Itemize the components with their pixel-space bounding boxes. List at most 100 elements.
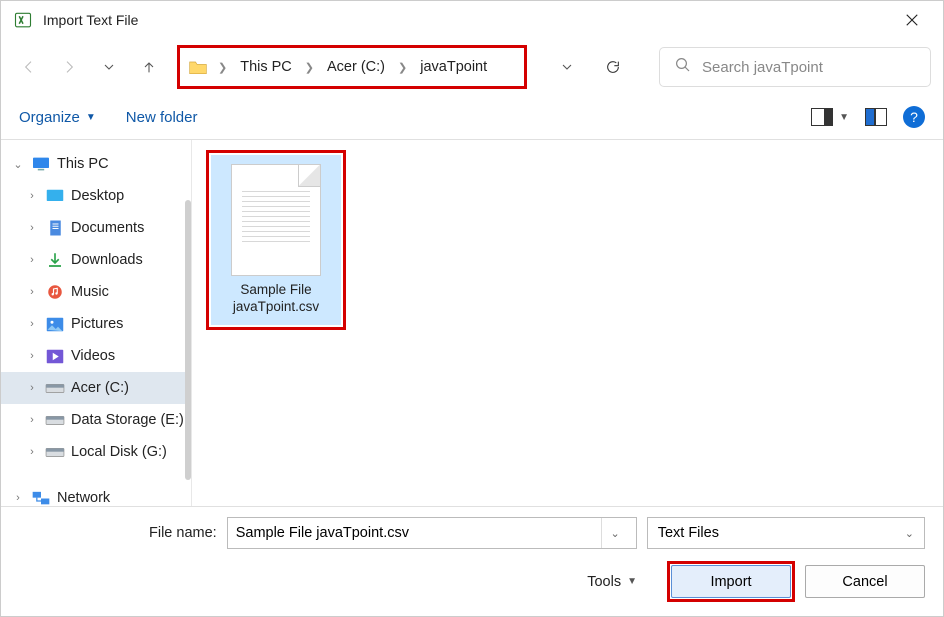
tree-this-pc[interactable]: ⌄ This PC bbox=[1, 148, 191, 180]
dropdown-icon[interactable]: ⌄ bbox=[601, 518, 627, 548]
chevron-right-icon: ❯ bbox=[301, 61, 318, 74]
drive-icon bbox=[45, 379, 65, 397]
downloads-icon bbox=[45, 251, 65, 269]
pictures-icon bbox=[45, 315, 65, 333]
filename-value: Sample File javaTpoint.csv bbox=[236, 525, 409, 541]
videos-icon bbox=[45, 347, 65, 365]
import-text-file-dialog: Import Text File ❯ This PC ❯ Acer (C:) ❯ bbox=[0, 0, 944, 617]
chevron-right-icon: ❯ bbox=[394, 61, 411, 74]
back-button[interactable] bbox=[13, 51, 45, 83]
help-button[interactable]: ? bbox=[903, 106, 925, 128]
tree-documents[interactable]: › Documents bbox=[1, 212, 191, 244]
breadcrumb-drive[interactable]: Acer (C:) bbox=[324, 57, 388, 77]
search-input[interactable] bbox=[702, 59, 916, 76]
filename-label: File name: bbox=[149, 525, 217, 541]
collapse-icon[interactable]: ⌄ bbox=[11, 158, 25, 171]
tree-label: Local Disk (G:) bbox=[71, 444, 167, 460]
tree-videos[interactable]: › Videos bbox=[1, 340, 191, 372]
filename-combobox[interactable]: Sample File javaTpoint.csv ⌄ bbox=[227, 517, 637, 549]
expand-icon[interactable]: › bbox=[25, 190, 39, 202]
expand-icon[interactable]: › bbox=[25, 446, 39, 458]
desktop-icon bbox=[45, 187, 65, 205]
caret-down-icon: ▼ bbox=[839, 112, 849, 123]
expand-icon[interactable]: › bbox=[11, 492, 25, 504]
documents-icon bbox=[45, 219, 65, 237]
breadcrumb-dropdown[interactable] bbox=[551, 51, 583, 83]
tree-label: Downloads bbox=[71, 252, 143, 268]
tools-button[interactable]: Tools ▼ bbox=[587, 574, 637, 590]
file-thumbnail-icon bbox=[231, 164, 321, 276]
filter-value: Text Files bbox=[658, 525, 719, 541]
new-folder-button[interactable]: New folder bbox=[126, 109, 198, 126]
expand-icon[interactable]: › bbox=[25, 254, 39, 266]
refresh-button[interactable] bbox=[597, 51, 629, 83]
toolbar: Organize ▼ New folder ▼ ? bbox=[1, 95, 943, 139]
tree-local-disk[interactable]: › Local Disk (G:) bbox=[1, 436, 191, 468]
close-button[interactable] bbox=[889, 1, 935, 39]
recent-dropdown[interactable] bbox=[93, 51, 125, 83]
tree-network[interactable]: › Network bbox=[1, 482, 191, 506]
expand-icon[interactable]: › bbox=[25, 382, 39, 394]
breadcrumb-folder[interactable]: javaTpoint bbox=[417, 57, 490, 77]
body: ⌄ This PC › Desktop › Documents › Downlo… bbox=[1, 139, 943, 506]
dropdown-icon[interactable]: ⌄ bbox=[905, 527, 914, 540]
forward-button[interactable] bbox=[53, 51, 85, 83]
expand-icon[interactable]: › bbox=[25, 318, 39, 330]
file-item-sample[interactable]: Sample File javaTpoint.csv bbox=[211, 155, 341, 325]
view-icon bbox=[811, 108, 833, 126]
tree-acer-c[interactable]: › Acer (C:) bbox=[1, 372, 191, 404]
expand-icon[interactable]: › bbox=[25, 222, 39, 234]
search-icon bbox=[674, 56, 692, 79]
tree-data-storage[interactable]: › Data Storage (E:) bbox=[1, 404, 191, 436]
tree-pictures[interactable]: › Pictures bbox=[1, 308, 191, 340]
cancel-button[interactable]: Cancel bbox=[805, 565, 925, 598]
file-name-line2: javaTpoint.csv bbox=[233, 299, 319, 314]
tree-label: Pictures bbox=[71, 316, 123, 332]
tree-desktop[interactable]: › Desktop bbox=[1, 180, 191, 212]
file-list[interactable]: Sample File javaTpoint.csv bbox=[191, 140, 943, 506]
excel-app-icon bbox=[13, 10, 33, 30]
tree-label: This PC bbox=[57, 156, 109, 172]
folder-icon bbox=[188, 58, 208, 76]
tree-label: Videos bbox=[71, 348, 115, 364]
network-icon bbox=[31, 489, 51, 506]
caret-down-icon: ▼ bbox=[627, 576, 637, 587]
breadcrumb-this-pc[interactable]: This PC bbox=[237, 57, 295, 77]
tree-label: Network bbox=[57, 490, 110, 506]
tree-label: Desktop bbox=[71, 188, 124, 204]
file-label: Sample File javaTpoint.csv bbox=[233, 282, 319, 316]
expand-icon[interactable]: › bbox=[25, 286, 39, 298]
tree-label: Music bbox=[71, 284, 109, 300]
pc-icon bbox=[31, 155, 51, 173]
tree-label: Documents bbox=[71, 220, 144, 236]
footer: File name: Sample File javaTpoint.csv ⌄ … bbox=[1, 506, 943, 616]
drive-icon bbox=[45, 411, 65, 429]
up-button[interactable] bbox=[133, 51, 165, 83]
highlight-box: Sample File javaTpoint.csv bbox=[206, 150, 346, 330]
titlebar: Import Text File bbox=[1, 1, 943, 39]
highlight-box: Import bbox=[667, 561, 795, 602]
search-box[interactable] bbox=[659, 47, 931, 87]
drive-icon bbox=[45, 443, 65, 461]
tree-label: Acer (C:) bbox=[71, 380, 129, 396]
navigation-tree: ⌄ This PC › Desktop › Documents › Downlo… bbox=[1, 140, 191, 506]
chevron-right-icon: ❯ bbox=[214, 61, 231, 74]
caret-down-icon: ▼ bbox=[86, 112, 96, 123]
music-icon bbox=[45, 283, 65, 301]
tree-music[interactable]: › Music bbox=[1, 276, 191, 308]
expand-icon[interactable]: › bbox=[25, 414, 39, 426]
organize-button[interactable]: Organize ▼ bbox=[19, 109, 96, 126]
organize-label: Organize bbox=[19, 109, 80, 126]
tree-downloads[interactable]: › Downloads bbox=[1, 244, 191, 276]
file-name-line1: Sample File bbox=[240, 282, 311, 297]
nav-row: ❯ This PC ❯ Acer (C:) ❯ javaTpoint bbox=[1, 39, 943, 95]
breadcrumb-bar[interactable]: ❯ This PC ❯ Acer (C:) ❯ javaTpoint bbox=[177, 45, 527, 89]
view-mode-button[interactable]: ▼ bbox=[811, 108, 849, 126]
expand-icon[interactable]: › bbox=[25, 350, 39, 362]
import-button[interactable]: Import bbox=[671, 565, 791, 598]
filetype-filter[interactable]: Text Files ⌄ bbox=[647, 517, 925, 549]
tree-label: Data Storage (E:) bbox=[71, 412, 184, 428]
preview-pane-button[interactable] bbox=[865, 108, 887, 126]
window-title: Import Text File bbox=[43, 12, 138, 28]
tools-label: Tools bbox=[587, 574, 621, 590]
